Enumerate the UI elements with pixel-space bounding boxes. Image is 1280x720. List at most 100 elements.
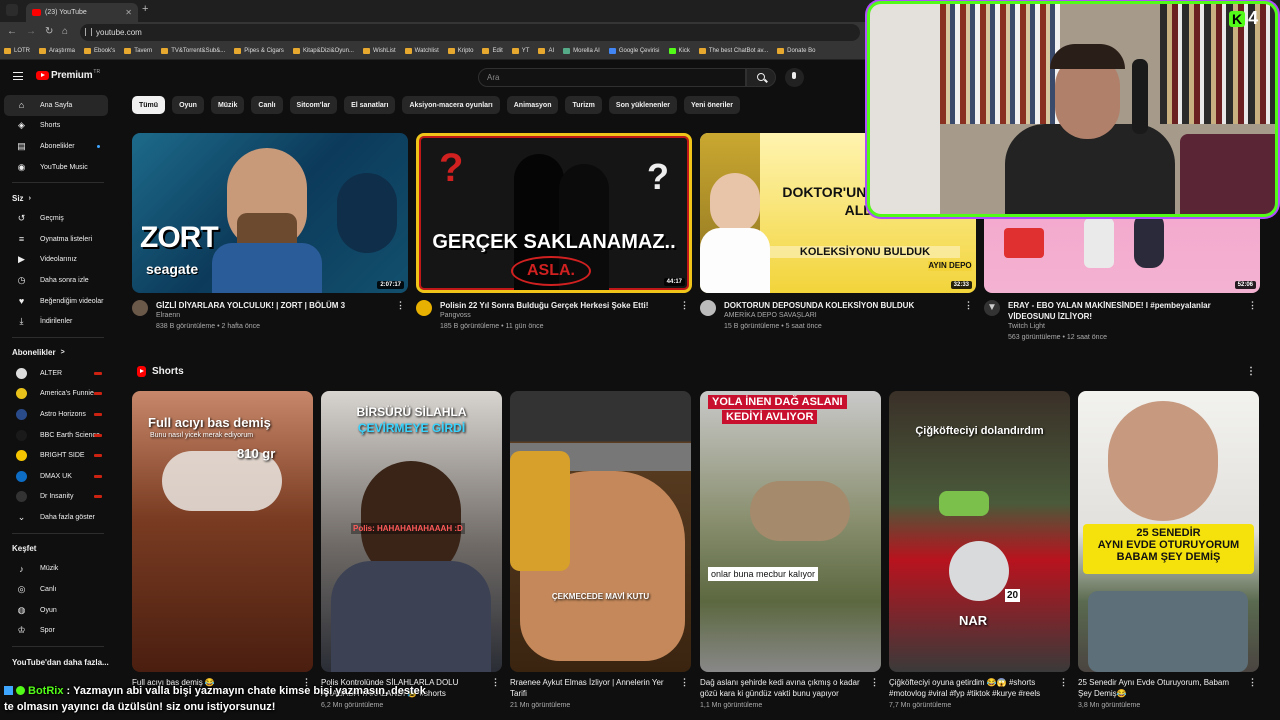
short-thumbnail[interactable]: YOLA İNEN DAĞ ASLANI KEDİYİ AVLIYOR onla…	[700, 391, 881, 672]
short-title[interactable]: 25 Senedir Aynı Evde Oturuyorum, Babam Ş…	[1078, 677, 1244, 699]
filter-chip[interactable]: Tümü	[132, 96, 166, 114]
bookmark-item[interactable]: YT	[511, 48, 529, 54]
filter-chip[interactable]: Animasyon	[506, 96, 559, 114]
bookmark-item[interactable]: Edit	[482, 48, 503, 54]
short-thumbnail[interactable]: Çiğköfteciyi dolandırdım NAR 20	[889, 391, 1070, 672]
video-thumbnail[interactable]: ZORT seagate 2:07:17	[132, 133, 408, 293]
sidebar-item-main[interactable]: ◈ Shorts	[4, 116, 108, 137]
more-options-icon[interactable]: ⋮	[1248, 677, 1257, 688]
short-card[interactable]: Çiğköfteciyi dolandırdım NAR 20 Çiğköfte…	[889, 391, 1070, 709]
bookmark-item[interactable]: Watchlist	[404, 48, 439, 54]
short-card[interactable]: YOLA İNEN DAĞ ASLANI KEDİYİ AVLIYOR onla…	[700, 391, 881, 709]
filter-chip[interactable]: Yeni öneriler	[683, 96, 741, 114]
bookmark-item[interactable]: The best ChatBot av...	[698, 48, 768, 54]
bookmark-item[interactable]: Donate Bo	[777, 48, 815, 54]
bookmark-item[interactable]: Kitap&Dizi&Oyun...	[292, 48, 354, 54]
filter-chip[interactable]: Turizm	[565, 96, 602, 114]
reload-icon[interactable]: ↻	[45, 26, 53, 37]
sidebar-item-you[interactable]: ♥ Beğendiğim videolar	[4, 291, 108, 312]
short-card[interactable]: Full acıyı bas demiş Bunu nasıl yicek me…	[132, 391, 313, 687]
sidebar-item-subs[interactable]: America's Funnie...	[4, 384, 108, 405]
sidebar-item-you[interactable]: ↺ Geçmiş	[4, 208, 108, 229]
channel-name[interactable]: Twitch Light	[1008, 323, 1045, 330]
short-thumbnail[interactable]: Full acıyı bas demiş Bunu nasıl yicek me…	[132, 391, 313, 672]
sidebar-item-main[interactable]: ▤ Abonelikler	[4, 136, 108, 157]
sidebar-item-subs[interactable]: ALTER	[4, 363, 108, 384]
sidebar-you-header[interactable]: Siz ›	[0, 188, 112, 208]
filter-chip[interactable]: Son yüklenenler	[608, 96, 677, 114]
forward-arrow-icon[interactable]: →	[26, 26, 36, 37]
sidebar-item-main[interactable]: ◉ YouTube Music	[4, 157, 108, 178]
bookmark-item[interactable]: Ebook's	[84, 48, 115, 54]
search-button[interactable]	[746, 68, 776, 87]
filter-chip[interactable]: El sanatları	[344, 96, 396, 114]
show-more-subscriptions[interactable]: ⌄ Daha fazla göster	[4, 507, 108, 528]
channel-name[interactable]: Pangvoss	[440, 312, 471, 319]
bookmark-item[interactable]: Google Çevirisi	[608, 48, 660, 54]
video-thumbnail[interactable]: ? ? GERÇEK SAKLANAMAZ.. ASLA. 44:17	[416, 133, 692, 293]
new-tab-button[interactable]: +	[142, 3, 148, 15]
video-title[interactable]: Polisin 22 Yıl Sonra Bulduğu Gerçek Herk…	[440, 300, 680, 311]
filter-chip[interactable]: Aksiyon-macera oyunları	[402, 96, 500, 114]
channel-avatar[interactable]	[132, 300, 148, 316]
sidebar-item-explore[interactable]: ◎ Canlı	[4, 579, 108, 600]
bookmark-item[interactable]: Araştırma	[39, 48, 75, 54]
channel-name[interactable]: AMERİKA DEPO SAVAŞLARI	[724, 312, 817, 319]
sidebar-item-subs[interactable]: BRIGHT SIDE	[4, 445, 108, 466]
more-options-icon[interactable]: ⋮	[964, 300, 973, 311]
short-thumbnail[interactable]: 25 SENEDİR AYNI EVDE OTURUYORUM BABAM ŞE…	[1078, 391, 1259, 672]
sidebar-item-explore[interactable]: ♪ Müzik	[4, 559, 108, 580]
sidebar-item-you[interactable]: ▶ Videolarınız	[4, 250, 108, 271]
bookmark-item[interactable]: Tavern	[124, 48, 152, 54]
short-thumbnail[interactable]: BİRSÜRÜ SİLAHLA ÇEVİRMEYE GİRDİ Polis: H…	[321, 391, 502, 672]
more-options-icon[interactable]: ⋮	[396, 300, 405, 311]
shorts-more-options-icon[interactable]: ⋮	[1246, 366, 1256, 377]
sidebar-item-subs[interactable]: DMAX UK	[4, 466, 108, 487]
short-card[interactable]: ÇEKMECEDE MAVİ KUTU Rraenee Aykut Elmas …	[510, 391, 691, 709]
bookmark-item[interactable]: AI	[538, 48, 554, 54]
video-title[interactable]: DOKTORUN DEPOSUNDA KOLEKSİYON BULDUK	[724, 300, 964, 311]
sidebar-subs-header[interactable]: Abonelikler >	[0, 343, 112, 363]
sidebar-item-you[interactable]: ◷ Daha sonra izle	[4, 270, 108, 291]
voice-search-icon[interactable]	[785, 68, 804, 87]
menu-icon[interactable]	[13, 72, 23, 80]
channel-avatar[interactable]	[700, 300, 716, 316]
video-title[interactable]: GİZLİ DİYARLARA YOLCULUK! | ZORT | BÖLÜM…	[156, 300, 396, 311]
sidebar-item-explore[interactable]: ◍ Oyun	[4, 600, 108, 621]
more-options-icon[interactable]: ⋮	[491, 677, 500, 688]
channel-name[interactable]: Elraenn	[156, 312, 180, 319]
video-title[interactable]: ERAY - EBO YALAN MAKİNESİNDE! I #pembeya…	[1008, 300, 1248, 322]
sidebar-item-you[interactable]: ≡ Oynatma listeleri	[4, 229, 108, 250]
bookmark-item[interactable]: Pipes & Cigars	[234, 48, 284, 54]
back-arrow-icon[interactable]: ←	[7, 26, 17, 37]
more-options-icon[interactable]: ⋮	[680, 677, 689, 688]
filter-chip[interactable]: Canlı	[251, 96, 283, 114]
more-options-icon[interactable]: ⋮	[1248, 300, 1257, 311]
channel-avatar[interactable]	[416, 300, 432, 316]
short-title[interactable]: Dağ aslanı şehirde kedi avına çıkmış o k…	[700, 677, 866, 699]
more-options-icon[interactable]: ⋮	[1059, 677, 1068, 688]
home-icon[interactable]: ⌂	[62, 26, 68, 37]
site-settings-icon[interactable]	[85, 28, 92, 36]
short-title[interactable]: Çiğköfteciyi oyuna getirdim 😂😱 #shorts #…	[889, 677, 1055, 699]
bookmark-item[interactable]: Morella AI	[563, 48, 600, 54]
search-input[interactable]: Ara	[478, 68, 746, 87]
sidebar-item-you[interactable]: ⤓ İndirilenler	[4, 311, 108, 332]
bookmark-item[interactable]: WishList	[362, 48, 396, 54]
short-thumbnail[interactable]: ÇEKMECEDE MAVİ KUTU	[510, 391, 691, 672]
sidebar-item-subs[interactable]: Dr Insanity	[4, 487, 108, 508]
youtube-premium-logo[interactable]: Premium TR	[36, 69, 100, 81]
url-field[interactable]: youtube.com	[80, 24, 860, 41]
video-card[interactable]: ? ? GERÇEK SAKLANAMAZ.. ASLA. 44:17 Poli…	[416, 133, 692, 343]
tab-search-button[interactable]	[6, 4, 18, 16]
short-card[interactable]: 25 SENEDİR AYNI EVDE OTURUYORUM BABAM ŞE…	[1078, 391, 1259, 709]
browser-tab-youtube[interactable]: (23) YouTube ✕	[26, 3, 138, 22]
sidebar-item-main[interactable]: ⌂ Ana Sayfa	[4, 95, 108, 116]
short-card[interactable]: BİRSÜRÜ SİLAHLA ÇEVİRMEYE GİRDİ Polis: H…	[321, 391, 502, 709]
filter-chip[interactable]: Sitcom'lar	[289, 96, 338, 114]
bookmark-item[interactable]: TV&Torrent&Sub&...	[161, 48, 225, 54]
more-options-icon[interactable]: ⋮	[680, 300, 689, 311]
video-card[interactable]: ZORT seagate 2:07:17 GİZLİ DİYARLARA YOL…	[132, 133, 408, 343]
short-title[interactable]: Rraenee Aykut Elmas İzliyor | Annelerin …	[510, 677, 676, 699]
filter-chip[interactable]: Oyun	[172, 96, 204, 114]
